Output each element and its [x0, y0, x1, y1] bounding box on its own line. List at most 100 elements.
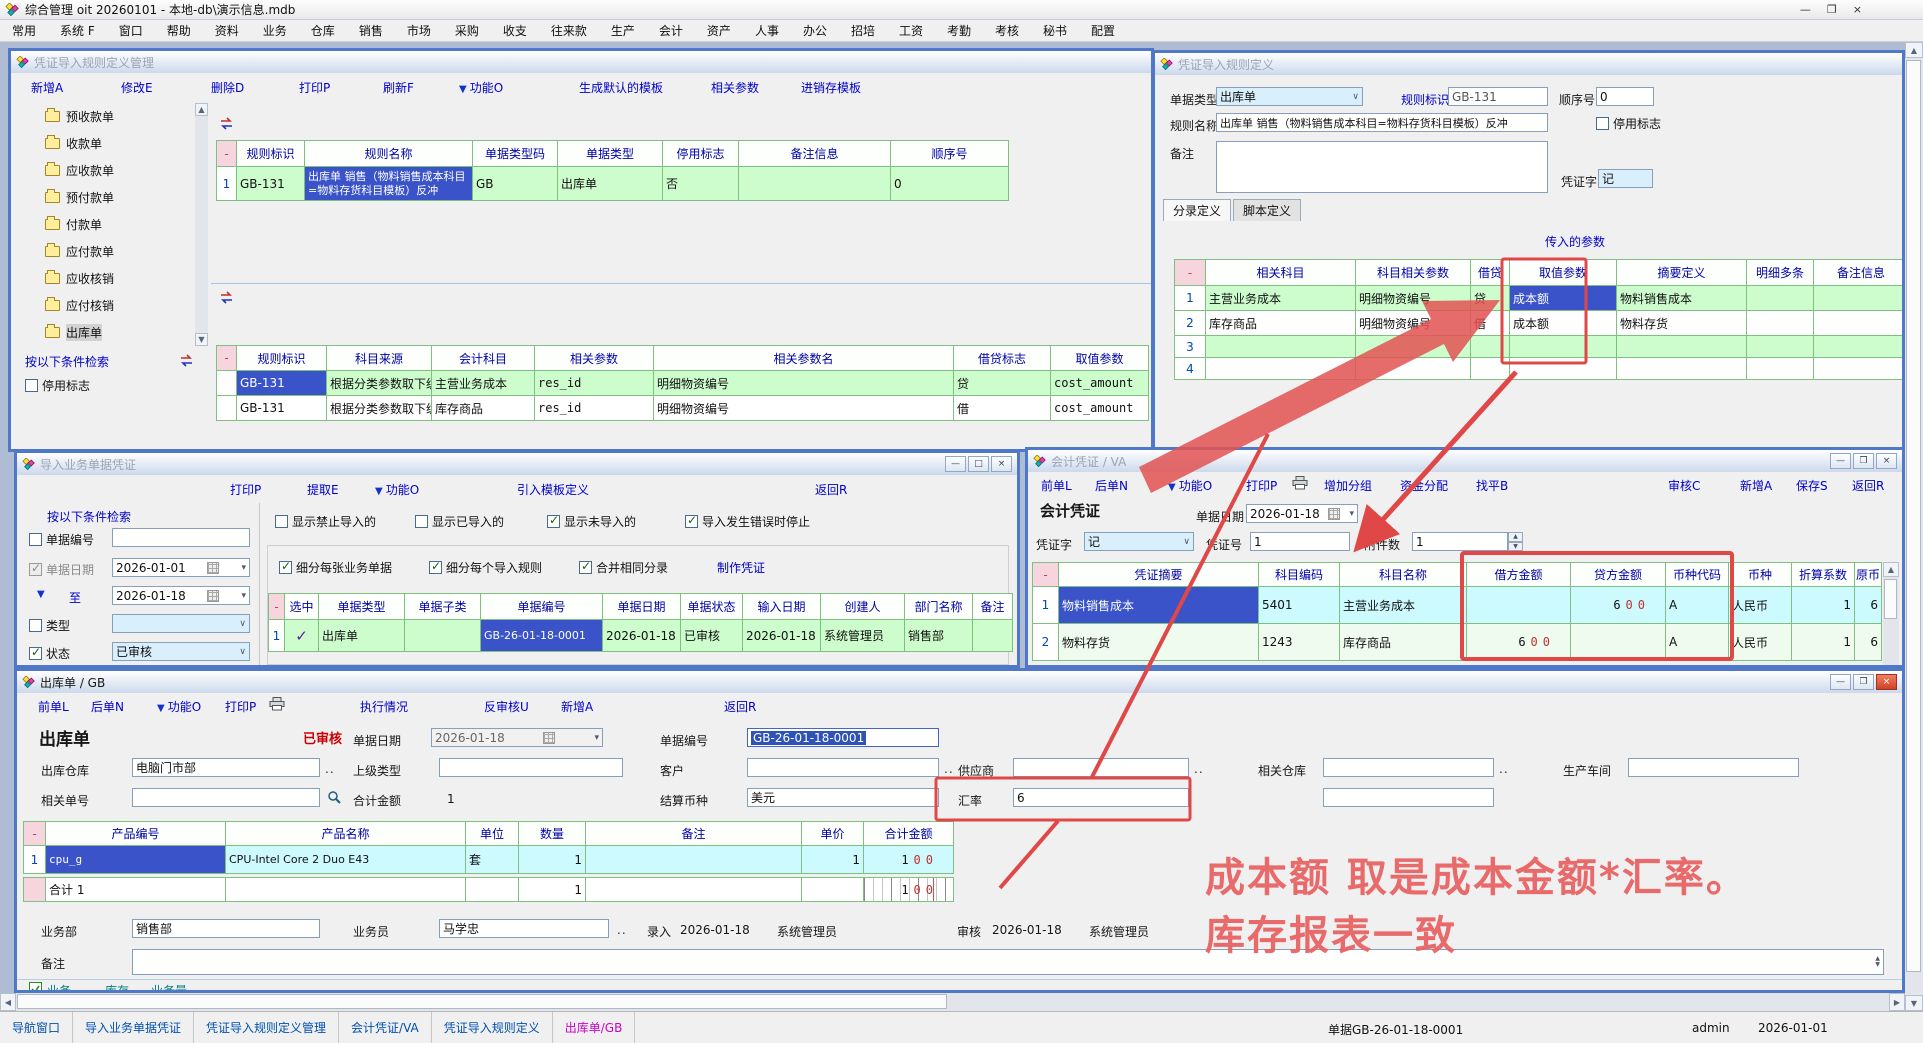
tab-script-definition[interactable]: 脚本定义 [1233, 199, 1301, 221]
stop-flag-checkbox[interactable]: 停用标志 [1596, 115, 1661, 132]
cell-dept[interactable]: 销售部 [905, 620, 973, 652]
cell-credit-amount[interactable]: 600 [1571, 587, 1666, 624]
tree-item[interactable]: 应收款单 [21, 157, 193, 184]
cell-summary[interactable]: 物料存货 [1059, 624, 1259, 661]
date-to-field[interactable]: 2026-01-18▾ [112, 586, 250, 605]
close-icon[interactable]: × [1876, 453, 1897, 469]
menu-item[interactable]: 工资 [887, 22, 935, 39]
function-menu-button[interactable]: ▼功能O [157, 698, 201, 715]
scrollbar-thumb[interactable] [1906, 60, 1921, 972]
cell-account-name[interactable]: 库存商品 [1340, 624, 1467, 661]
prev-doc-button[interactable]: 前单L [38, 698, 69, 715]
cell-row-number[interactable] [217, 396, 237, 421]
close-icon[interactable]: × [1853, 3, 1862, 16]
tab-business[interactable]: 业务 [47, 982, 71, 993]
cell-row-number[interactable]: 1 [217, 167, 237, 201]
table-row[interactable]: 3 [1175, 336, 1905, 358]
add-button[interactable]: 新增A [561, 698, 593, 715]
cell-summary[interactable]: 物料销售成本 [1617, 286, 1747, 311]
cell-note[interactable] [586, 846, 802, 874]
lookup-button[interactable]: .. [944, 762, 954, 776]
rel-no-field[interactable] [132, 788, 320, 807]
menu-item[interactable]: 配置 [1079, 22, 1127, 39]
scroll-arrows[interactable]: ▲▼ [1873, 956, 1880, 968]
menu-item[interactable]: 资料 [203, 22, 251, 39]
calendar-icon[interactable] [207, 562, 219, 574]
exec-status-button[interactable]: 执行情况 [360, 698, 408, 715]
menu-item[interactable]: 资产 [695, 22, 743, 39]
cell-param[interactable]: res_id [535, 396, 654, 421]
cell-factor[interactable]: 1 [1792, 587, 1855, 624]
cell-rule-name[interactable]: 出库单 销售（物料销售成本科目=物料存货科目模板）反冲 [305, 167, 473, 201]
cell-original[interactable]: 6 [1855, 587, 1882, 624]
merge-same-checkbox[interactable]: 合并相同分录 [579, 559, 668, 576]
tree-item[interactable]: 应付核销 [21, 292, 193, 319]
splitter[interactable] [211, 283, 1151, 284]
cell-account[interactable]: 主营业务成本 [432, 371, 535, 396]
show-imported-checkbox[interactable]: 显示已导入的 [415, 513, 504, 530]
doc-no-field[interactable]: GB-26-01-18-0001 [747, 728, 939, 747]
cell-account-name[interactable]: 主营业务成本 [1340, 587, 1467, 624]
cell-debit-amount[interactable]: 600 [1467, 624, 1571, 661]
menu-item[interactable]: 业务 [251, 22, 299, 39]
menu-item[interactable]: 窗口 [107, 22, 155, 39]
table-row[interactable]: GB-131 根据分类参数取下级科目 库存商品 res_id 明细物资编号 借 … [217, 396, 1149, 421]
cell-amount[interactable]: 100 [864, 846, 954, 874]
cell-product-name[interactable]: CPU-Intel Core 2 Duo E43 [226, 846, 466, 874]
tree-item-selected[interactable]: 出库单 [21, 319, 193, 346]
cell-rule-id[interactable]: GB-131 [237, 371, 327, 396]
date-from-field[interactable]: 2026-01-01▾ [112, 558, 250, 577]
delete-button[interactable]: 删除D [211, 79, 244, 96]
menu-item[interactable]: 仓库 [299, 22, 347, 39]
edit-button[interactable]: 修改E [121, 79, 153, 96]
voucher-no-field[interactable]: 1 [1250, 532, 1350, 551]
cell-currency-code[interactable]: A [1666, 587, 1729, 624]
lookup-button[interactable]: .. [1499, 762, 1509, 776]
cell-value-param[interactable]: cost_amount [1051, 371, 1149, 396]
cell-seq[interactable]: 0 [891, 167, 1009, 201]
lookup-button[interactable]: .. [617, 923, 627, 937]
cell-note[interactable] [1814, 311, 1905, 336]
import-template-button[interactable]: 引入模板定义 [517, 481, 589, 498]
table-row[interactable]: 1 GB-131 出库单 销售（物料销售成本科目=物料存货科目模板）反冲 GB … [217, 167, 1009, 201]
menu-item[interactable]: 办公 [791, 22, 839, 39]
cell-account[interactable]: 库存商品 [1206, 311, 1356, 336]
magnifier-icon[interactable] [327, 790, 341, 804]
customer-field[interactable] [747, 758, 939, 777]
voucher-word-field[interactable]: 记 [1598, 169, 1653, 188]
tree-scrollbar[interactable]: ▲ ▼ [195, 103, 208, 346]
note-field[interactable] [1216, 141, 1548, 193]
fund-alloc-button[interactable]: 资金分配 [1400, 477, 1448, 494]
minimize-icon[interactable]: — [945, 456, 966, 472]
cell-dc[interactable]: 贷 [1471, 286, 1510, 311]
cell-param[interactable]: 明细物资编号 [1356, 311, 1471, 336]
menu-item[interactable]: 常用 [0, 22, 48, 39]
status-select[interactable]: 已审核∨ [112, 642, 250, 661]
tree-item[interactable]: 付款单 [21, 211, 193, 238]
taskbar-item-rule-definition[interactable]: 凭证导入规则定义 [432, 1012, 553, 1043]
scroll-up-icon[interactable]: ▲ [1905, 42, 1923, 58]
menu-item[interactable]: 往来款 [539, 22, 599, 39]
tree-item[interactable]: 应付款单 [21, 238, 193, 265]
add-group-button[interactable]: 增加分组 [1324, 477, 1372, 494]
clerk-field[interactable]: 马学忠 [439, 919, 609, 938]
scrollbar-thumb[interactable] [17, 994, 947, 1009]
horizontal-scrollbar[interactable]: ◀ ▶ [0, 993, 1905, 1011]
stepper[interactable]: ▲▼ [1508, 532, 1523, 551]
calendar-icon[interactable] [207, 590, 219, 602]
cell-note[interactable] [973, 620, 1013, 652]
incoming-params-link[interactable]: 传入的参数 [1545, 233, 1605, 250]
menu-item[interactable]: 销售 [347, 22, 395, 39]
cell-creator[interactable]: 系统管理员 [821, 620, 905, 652]
doc-date-field[interactable]: 2026-01-18▾ [1246, 504, 1358, 523]
doc-date-checkbox[interactable]: 单据日期 [29, 561, 94, 578]
show-not-imported-checkbox[interactable]: 显示未导入的 [547, 513, 636, 530]
cell-param-name[interactable]: 明细物资编号 [654, 396, 954, 421]
stop-flag-checkbox[interactable]: 停用标志 [25, 377, 90, 394]
table-row[interactable]: 1 cpu_g CPU-Intel Core 2 Duo E43 套 1 1 1… [24, 846, 954, 874]
cell-currency[interactable]: 人民币 [1729, 624, 1792, 661]
cell-value-param[interactable]: 成本额 [1510, 286, 1617, 311]
taskbar-item-accounting-voucher[interactable]: 会计凭证/VA [339, 1012, 432, 1043]
maximize-icon[interactable]: □ [968, 456, 989, 472]
table-row[interactable]: 1 主营业务成本 明细物资编号 贷 成本额 物料销售成本 [1175, 286, 1905, 311]
